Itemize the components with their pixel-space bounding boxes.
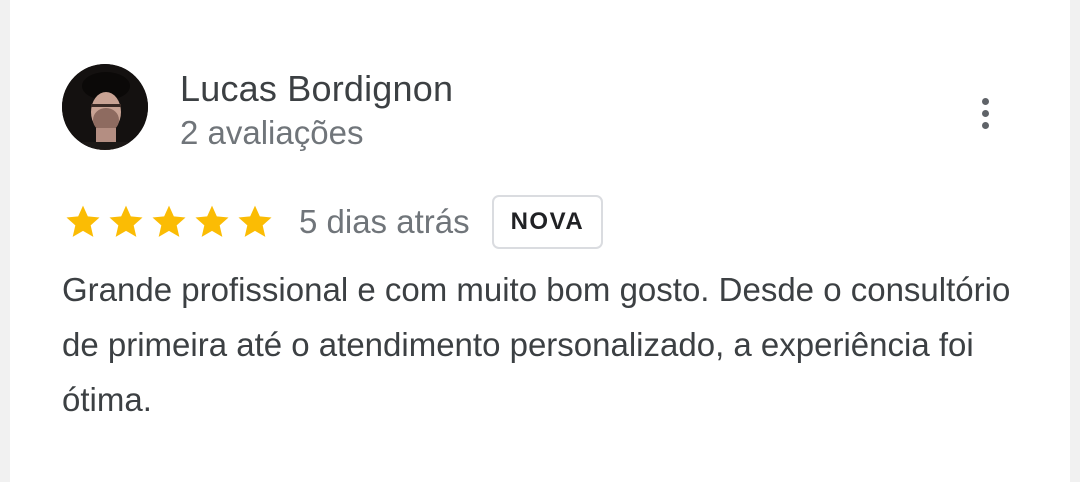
- new-badge: NOVA: [491, 195, 604, 249]
- review-card: Lucas Bordignon 2 avaliações 5 dias atrá…: [10, 0, 1070, 482]
- more-options-button[interactable]: [960, 84, 1010, 142]
- review-date: 5 dias atrás: [299, 203, 470, 240]
- star-icon: [105, 202, 147, 242]
- star-icon: [191, 202, 233, 242]
- reviewer-name[interactable]: Lucas Bordignon: [180, 68, 453, 110]
- reviewer-avatar[interactable]: [62, 64, 148, 150]
- review-text: Grande profissional e com muito bom gost…: [62, 271, 1011, 418]
- star-icon: [234, 202, 276, 242]
- more-vert-icon-dot: [981, 109, 989, 117]
- more-vert-icon-dot: [981, 97, 989, 105]
- star-icon: [148, 202, 190, 242]
- star-rating: [62, 202, 277, 242]
- star-icon: [62, 202, 104, 242]
- more-vert-icon-dot: [981, 121, 989, 129]
- reviewer-review-count: 2 avaliações: [180, 114, 364, 151]
- rating-row: 5 dias atrás NOVA: [62, 192, 604, 252]
- avatar-photo-icon: [62, 64, 148, 150]
